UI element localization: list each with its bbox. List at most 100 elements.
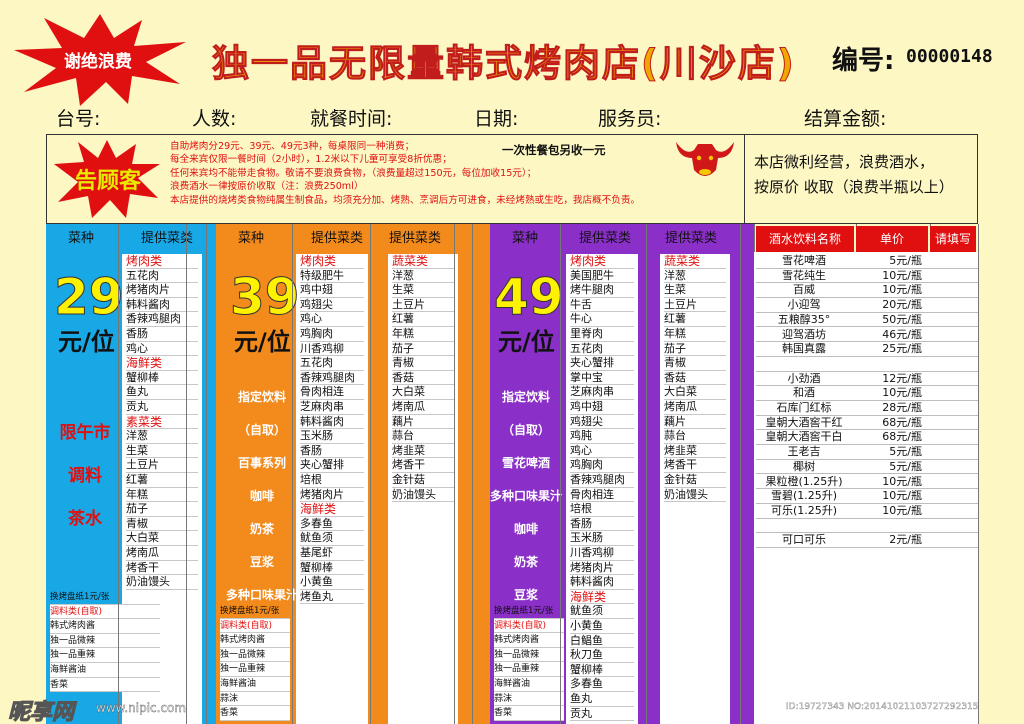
notice-line: 浪费酒水一律按原价收取（注：浪费250ml） — [170, 181, 364, 193]
category-label: 海鲜类 — [570, 590, 634, 605]
beverage-price: 10元/瓶 — [882, 503, 922, 517]
beverage-row: 韩国真露 25元/瓶 — [756, 342, 978, 357]
beverage-price: 25元/瓶 — [882, 342, 922, 356]
menu-item: 洋葱 — [664, 269, 726, 284]
menu-item: 玉米肠 — [570, 531, 634, 546]
beverage-price: 50元/瓶 — [882, 312, 922, 326]
included-extras: 指定饮料 （自取） 雪花啤酒 多种口味果汁 咖啡 奶茶 豆浆 — [490, 388, 562, 619]
beverage-name: 皇朝大酒窖干红 — [765, 415, 843, 429]
condiment-item: 蒜沫 — [494, 691, 564, 707]
beverage-row: 百威 10元/瓶 — [756, 283, 978, 299]
menu-item: 韩料酱肉 — [300, 415, 364, 430]
menu-item: 大白菜 — [126, 531, 198, 546]
waste-policy: 本店微利经营，浪费酒水， 按原价 收取（浪费半瓶以上） — [754, 150, 976, 200]
watermark-id: ID:19727343 NO:20141021103727292315 — [786, 702, 979, 712]
extra-item: 百事系列 — [237, 456, 286, 470]
extra-item: 多种口味果汁 — [226, 588, 299, 602]
beverage-name: 韩国真露 — [782, 342, 826, 356]
beverage-row: 石库门红标 28元/瓶 — [756, 401, 978, 416]
menu-item: 香肠 — [570, 517, 634, 532]
menu-item: 鸡心 — [570, 444, 634, 459]
menu-item: 玉米肠 — [300, 429, 364, 444]
condiment-item: 换烤盘纸1元/张 — [220, 604, 290, 619]
condiment-item: 换烤盘纸1元/张 — [494, 604, 564, 619]
menu-item: 香辣鸡腿肉 — [300, 371, 364, 386]
menu-item: 烤南瓜 — [664, 400, 726, 415]
menu-item: 掌中宝 — [570, 371, 634, 386]
condiment-item: 海鲜酱油 — [50, 663, 160, 678]
menu-item: 美国肥牛 — [570, 269, 634, 284]
menu-item: 烤南瓜 — [392, 400, 454, 415]
price-unit: 元/位 — [58, 328, 115, 356]
menu-item: 牛心 — [570, 312, 634, 327]
menu-item: 鱿鱼须 — [570, 604, 634, 619]
menu-item: 烤韭菜 — [392, 444, 454, 459]
menu-item: 生菜 — [392, 283, 454, 298]
notice-line: 本店提供的烧烤类食物纯属生制食品，均须充分加、烤熟、烹调后方可进食，未经烤熟或生… — [170, 194, 641, 206]
beverage-header: 单价 — [856, 226, 928, 252]
condiment-item: 独一品重辣 — [220, 662, 290, 677]
menu-item: 芝麻肉串 — [570, 385, 634, 400]
condiment-item: 换烤盘纸1元/张 — [50, 590, 160, 605]
column-header: 菜种 — [67, 231, 94, 246]
beverage-name: 五粮醇35° — [777, 312, 831, 326]
beverage-header: 酒水饮料名称 — [756, 226, 854, 252]
column-header: 提供菜类 — [664, 231, 717, 246]
beverage-price: 12元/瓶 — [882, 371, 922, 385]
price-number: 39 — [230, 268, 301, 327]
menu-item: 烤韭菜 — [664, 444, 726, 459]
beverage-name: 石库门红标 — [776, 401, 832, 414]
grid-line — [292, 224, 293, 724]
menu-item: 大白菜 — [392, 385, 454, 400]
menu-item: 香肠 — [126, 327, 198, 342]
menu-item: 香菇 — [664, 371, 726, 386]
beverage-name: 可口可乐 — [782, 533, 826, 547]
beverage-price: 68元/瓶 — [882, 415, 922, 429]
menu-item: 茄子 — [392, 342, 454, 357]
menu-item: 鸡肫 — [570, 429, 634, 444]
notice-text: 自助烤肉分29元、39元、49元3种，每桌限同一种消费； 每全来宾仅限一餐时间（… — [170, 140, 750, 207]
menu-item: 红薯 — [126, 473, 198, 488]
condiment-item: 海鲜酱油 — [220, 677, 290, 692]
menu-item: 韩料酱肉 — [126, 298, 198, 313]
beverage-row: 可乐(1.25升) 10元/瓶 — [756, 504, 978, 519]
condiment-item: 独一品微辣 — [220, 647, 290, 663]
beverage-row: 五粮醇35° 50元/瓶 — [756, 313, 978, 328]
menu-item: 鱼丸 — [126, 385, 198, 400]
menu-item: 奶油馒头 — [126, 575, 198, 590]
menu-item: 牛舌 — [570, 298, 634, 313]
price-unit: 元/位 — [498, 328, 555, 356]
beverage-price: 5元/瓶 — [889, 445, 922, 459]
beverage-price: 5元/瓶 — [889, 254, 922, 267]
menu-item: 奶油馒头 — [392, 488, 454, 503]
menu-item: 五花肉 — [126, 269, 198, 284]
beverage-row: 椰树 5元/瓶 — [756, 460, 978, 475]
beverage-price: 20元/瓶 — [882, 298, 922, 312]
beverage-row: 雪花纯生 10元/瓶 — [756, 269, 978, 284]
menu-item: 芝麻肉串 — [300, 400, 364, 415]
condiment-category: 调料类(自取) — [220, 618, 290, 634]
menu-item: 培根 — [300, 473, 364, 488]
menu-item: 多春鱼 — [570, 677, 634, 692]
menu-item: 香辣鸡腿肉 — [126, 312, 198, 327]
beverage-row: 小劲酒 12元/瓶 — [756, 372, 978, 387]
menu-item: 香肠 — [300, 444, 364, 459]
menu-item: 夹心蟹排 — [300, 458, 364, 473]
restaurant-title: 独一品无限量韩式烤肉店(川沙店) — [212, 42, 796, 86]
beverage-row: 王老吉 5元/瓶 — [756, 445, 978, 460]
grid-line — [118, 224, 119, 724]
notice-line: 每全来宾仅限一餐时间（2小时），1.2米以下儿童可享受8折优惠； — [170, 154, 452, 166]
menu-item: 金针菇 — [664, 473, 726, 488]
extra-item: 咖啡 — [513, 522, 538, 536]
extra-item: （自取） — [501, 423, 550, 437]
condiment-item: 香菜 — [220, 706, 290, 721]
condiment-item: 独一品重辣 — [494, 662, 564, 677]
beverage-row: 可口可乐 2元/瓶 — [756, 533, 978, 548]
menu-item: 多春鱼 — [300, 517, 364, 532]
menu-item: 基尾虾 — [300, 546, 364, 561]
beverage-name: 迎驾酒坊 — [782, 327, 826, 341]
menu-item: 蒜台 — [392, 429, 454, 444]
menu-item: 藕片 — [664, 415, 726, 430]
menu-item: 骨肉相连 — [570, 488, 634, 503]
menu-item: 蟹柳棒 — [570, 663, 634, 678]
